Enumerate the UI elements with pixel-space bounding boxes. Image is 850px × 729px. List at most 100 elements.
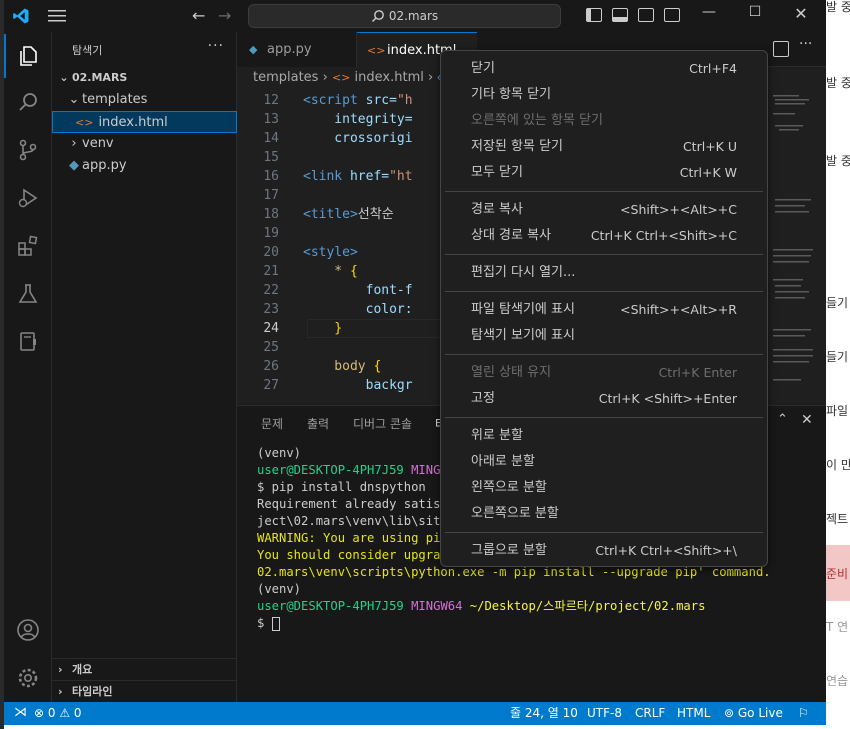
chevron-down-icon: ⌄ xyxy=(68,92,80,107)
testing-flask-icon[interactable] xyxy=(4,272,52,316)
tree-item-label: templates xyxy=(82,92,148,107)
explorer-sidebar: 탐색기 ··· ⌄ 02.MARS ⌄ templates <> index.html… xyxy=(52,32,237,702)
toggle-sidebar-icon[interactable] xyxy=(586,8,602,22)
tab-app-py[interactable]: ◆ app.py xyxy=(237,32,357,67)
menu-item-shortcut: Ctrl+F4 xyxy=(689,61,737,76)
line-number: 23 xyxy=(263,302,279,317)
context-menu-item[interactable]: 기타 항목 닫기 xyxy=(445,82,763,108)
context-menu-item[interactable]: 편집기 다시 열기... xyxy=(445,260,763,286)
toggle-panel-icon[interactable] xyxy=(612,8,628,22)
maximize-panel-icon[interactable]: ⌃ xyxy=(777,412,788,427)
panel-tab-problems[interactable]: 문제 xyxy=(261,415,283,432)
tree-file-index-html[interactable]: <> index.html xyxy=(52,111,237,133)
minimap[interactable] xyxy=(769,89,815,405)
close-panel-icon[interactable]: ✕ xyxy=(801,412,813,428)
remote-explorer-icon[interactable] xyxy=(4,320,52,364)
breadcrumb-file[interactable]: index.html xyxy=(355,70,424,85)
customize-layout-icon[interactable] xyxy=(664,8,680,22)
terminal-cursor xyxy=(271,616,280,631)
go-live-button[interactable]: ⊚ Go Live xyxy=(724,702,783,725)
terminal-text: (venv) xyxy=(257,446,302,460)
line-number: 14 xyxy=(263,131,279,146)
outline-section[interactable]: › 개요 xyxy=(52,658,237,680)
terminal-line: ject\02.mars\venv\lib\site xyxy=(257,513,448,530)
encoding[interactable]: UTF-8 xyxy=(587,702,622,725)
context-menu-item[interactable]: 닫기 Ctrl+F4 xyxy=(445,56,763,82)
workspace-root[interactable]: ⌄ 02.MARS xyxy=(52,67,237,89)
line-number: 21 xyxy=(263,264,279,279)
tree-folder-venv[interactable]: › venv xyxy=(52,133,237,155)
minimize-icon[interactable]: — xyxy=(686,4,732,20)
extensions-icon[interactable] xyxy=(4,224,52,268)
more-actions-icon[interactable]: ··· xyxy=(208,38,224,54)
terminal-text: ~/Desktop/스파르타/project/02.mars xyxy=(469,599,706,613)
context-menu-item[interactable]: 상대 경로 복사 Ctrl+K Ctrl+<Shift>+C xyxy=(445,223,763,249)
notifications-icon[interactable]: ⚐ xyxy=(798,702,809,725)
background-text: 파일 xyxy=(826,404,849,418)
remote-indicator-icon[interactable]: ⋊ xyxy=(14,701,27,724)
menu-separator xyxy=(445,532,763,533)
language-mode[interactable]: HTML xyxy=(677,702,710,725)
run-debug-icon[interactable] xyxy=(4,176,52,220)
context-menu-item[interactable]: 그룹으로 분할 Ctrl+K Ctrl+<Shift>+\ xyxy=(445,538,763,564)
menu-item-label: 아래로 분할 xyxy=(471,454,535,469)
close-window-icon[interactable]: ✕ xyxy=(778,4,824,23)
context-menu-item[interactable]: 경로 복사 <Shift>+<Alt>+C xyxy=(445,197,763,223)
code-token: <script xyxy=(303,93,366,108)
forward-arrow-icon[interactable]: → xyxy=(218,6,231,25)
tree-folder-templates[interactable]: ⌄ templates xyxy=(52,89,237,111)
context-menu-item[interactable]: 저장된 항목 닫기 Ctrl+K U xyxy=(445,134,763,160)
context-menu-item[interactable]: 파일 탐색기에 표시 <Shift>+<Alt>+R xyxy=(445,297,763,323)
context-menu-item[interactable]: 고정 Ctrl+K <Shift>+Enter xyxy=(445,386,763,412)
terminal-text: You should consider upgrad xyxy=(257,548,448,562)
menu-icon[interactable] xyxy=(48,9,66,23)
search-icon xyxy=(371,10,384,22)
panel-tab-debug-console[interactable]: 디버그 콘솔 xyxy=(353,415,412,432)
menu-item-label: 고정 xyxy=(471,391,495,406)
tree-item-label: venv xyxy=(82,136,114,151)
timeline-label: 타임라인 xyxy=(72,685,113,698)
back-arrow-icon[interactable]: ← xyxy=(192,6,205,25)
line-number: 13 xyxy=(263,112,279,127)
maximize-icon[interactable]: ☐ xyxy=(732,4,778,20)
menu-item-shortcut: Ctrl+K Ctrl+<Shift>+C xyxy=(590,228,737,243)
menu-item-label: 닫기 xyxy=(471,61,495,76)
context-menu-item[interactable]: 오른쪽으로 분할 xyxy=(445,501,763,527)
code-text: integrity= xyxy=(303,110,412,129)
tree-file-app-py[interactable]: ◆ app.py xyxy=(52,155,237,177)
settings-gear-icon[interactable] xyxy=(4,656,52,700)
code-token: font-f xyxy=(303,283,413,298)
terminal-text: user@DESKTOP-4PH7J59 xyxy=(257,599,412,613)
command-center-search[interactable]: 02.mars xyxy=(248,4,561,28)
menu-separator xyxy=(445,354,763,355)
background-page: 발 중 발 중 발 중 들기 들기 파일 이 만 젝트 준비 T 연 연습 xyxy=(826,0,850,729)
context-menu-item[interactable]: 왼쪽으로 분할 xyxy=(445,475,763,501)
timeline-section[interactable]: › 타임라인 xyxy=(52,680,237,702)
context-menu-item[interactable]: 아래로 분할 xyxy=(445,449,763,475)
split-editor-icon[interactable] xyxy=(773,41,789,57)
account-icon[interactable] xyxy=(4,608,52,652)
code-token: } xyxy=(303,321,343,336)
context-menu-item[interactable]: 모두 닫기 Ctrl+K W xyxy=(445,160,763,186)
terminal-text: MINGW64 xyxy=(411,599,470,613)
tree-item-label: app.py xyxy=(82,158,127,173)
panel-tab-output[interactable]: 출력 xyxy=(307,415,329,432)
menu-item-shortcut: <Shift>+<Alt>+C xyxy=(620,202,737,217)
menu-separator xyxy=(445,191,763,192)
html-file-icon: <> xyxy=(367,44,386,57)
menu-item-label: 왼쪽으로 분할 xyxy=(471,480,547,495)
search-view-icon[interactable] xyxy=(4,80,52,124)
problems-count[interactable]: ⊗ 0 ⚠ 0 xyxy=(34,702,82,725)
activity-bar xyxy=(4,32,52,702)
context-menu-item[interactable]: 위로 분할 xyxy=(445,423,763,449)
explorer-icon[interactable] xyxy=(4,34,52,78)
source-control-icon[interactable] xyxy=(4,128,52,172)
cursor-position[interactable]: 줄 24, 열 10 xyxy=(510,702,578,725)
toggle-secondary-sidebar-icon[interactable] xyxy=(638,8,654,22)
code-token: color: xyxy=(303,302,413,317)
tab-label: app.py xyxy=(267,42,312,57)
context-menu-item[interactable]: 탐색기 보기에 표시 xyxy=(445,323,763,349)
line-ending[interactable]: CRLF xyxy=(635,702,665,725)
breadcrumb-folder[interactable]: templates xyxy=(253,70,318,85)
editor-more-icon[interactable]: ··· xyxy=(799,36,812,52)
